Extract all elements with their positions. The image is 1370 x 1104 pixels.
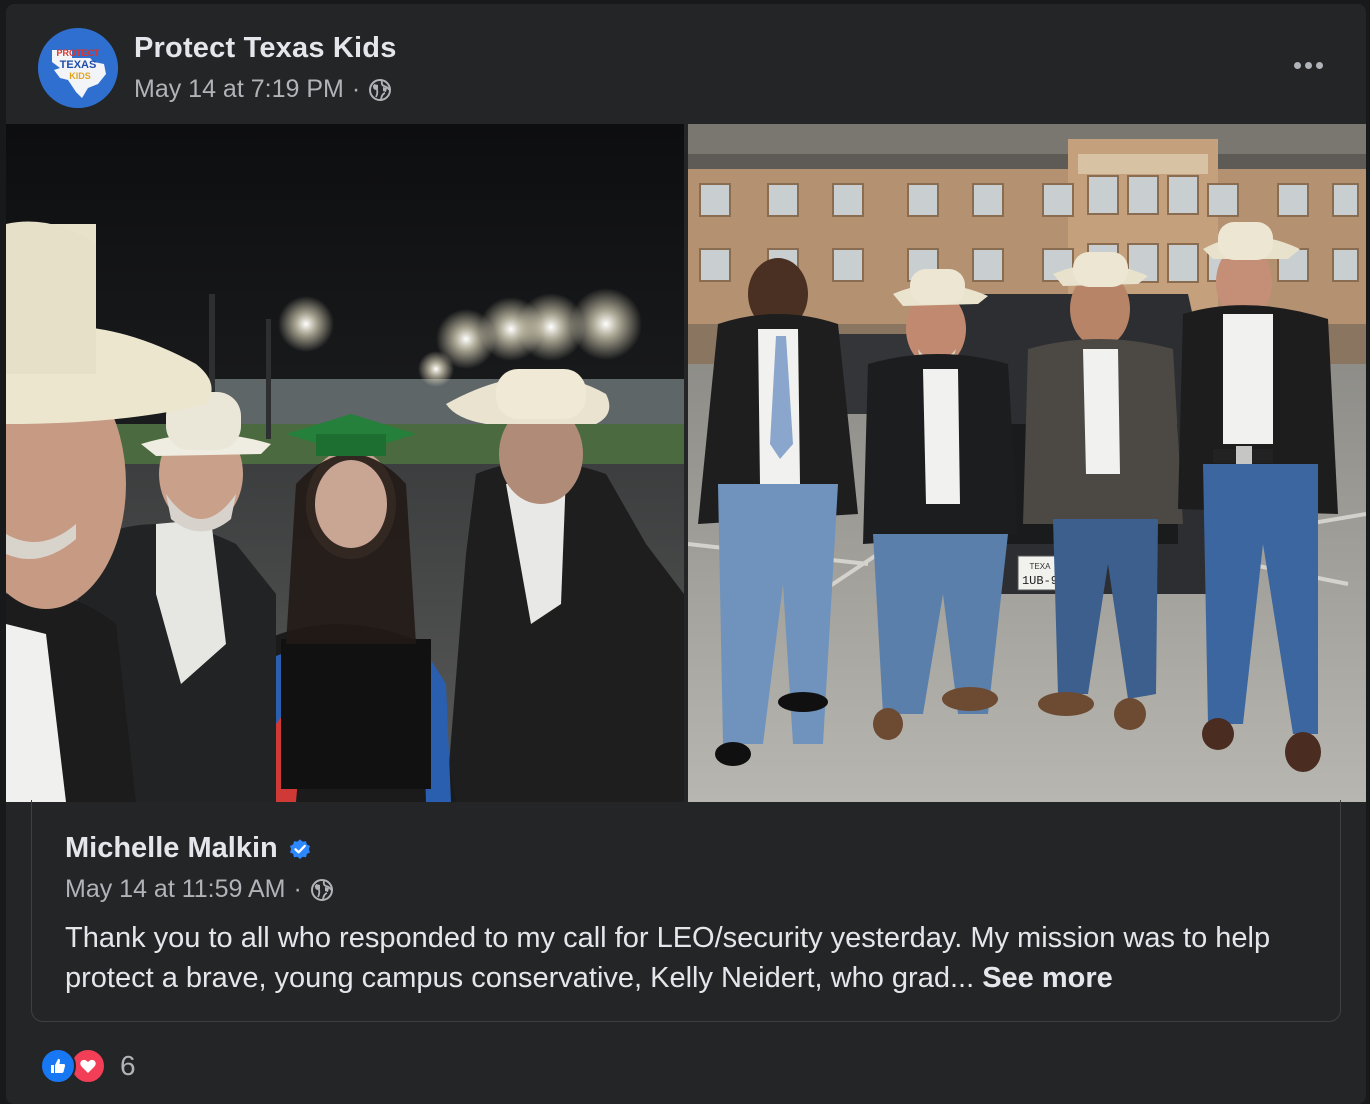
- reactions-summary[interactable]: 6: [40, 1048, 136, 1084]
- shared-author: Michelle Malkin: [65, 832, 312, 865]
- shared-timestamp[interactable]: May 14 at 11:59 AM: [65, 875, 286, 904]
- shared-post-text: Thank you to all who responded to my cal…: [65, 918, 1315, 998]
- post-timestamp[interactable]: May 14 at 7:19 PM: [134, 75, 344, 104]
- security-team-photo[interactable]: TEXA 1UB-9: [688, 124, 1366, 802]
- dot: [1315, 61, 1323, 69]
- dot: [1304, 61, 1312, 69]
- reaction-count[interactable]: 6: [120, 1050, 136, 1082]
- globe-icon: [310, 878, 333, 901]
- shared-author-name[interactable]: Michelle Malkin: [65, 832, 278, 865]
- photo-grid: TEXA 1UB-9: [6, 124, 1366, 802]
- meta-separator: ·: [293, 875, 302, 903]
- post-card: PROTECT TEXAS KIDS Protect Texas Kids Ma…: [6, 4, 1366, 1104]
- shared-post-meta: May 14 at 11:59 AM ·: [65, 875, 334, 904]
- protect-texas-kids-logo: PROTECT TEXAS KIDS: [38, 28, 118, 108]
- meta-separator: ·: [351, 75, 361, 103]
- dot: [1293, 61, 1301, 69]
- more-options-icon[interactable]: [1288, 52, 1328, 78]
- see-more-link[interactable]: See more: [982, 962, 1113, 994]
- svg-text:KIDS: KIDS: [69, 71, 91, 81]
- svg-text:PROTECT: PROTECT: [56, 48, 100, 58]
- svg-text:TEXAS: TEXAS: [60, 59, 97, 71]
- post-meta: May 14 at 7:19 PM ·: [134, 75, 392, 104]
- globe-icon: [369, 78, 392, 101]
- like-icon: [40, 1048, 76, 1084]
- verified-badge-icon: [289, 838, 310, 859]
- graduation-selfie-photo[interactable]: [6, 124, 684, 802]
- shared-post-preview[interactable]: Michelle Malkin May 14 at 11:59 AM · Tha…: [31, 800, 1341, 1022]
- plate-state: TEXA: [1030, 562, 1052, 571]
- plate-number: 1UB-9: [1022, 574, 1058, 588]
- page-avatar[interactable]: PROTECT TEXAS KIDS: [38, 28, 118, 108]
- page-name-link[interactable]: Protect Texas Kids: [134, 32, 397, 65]
